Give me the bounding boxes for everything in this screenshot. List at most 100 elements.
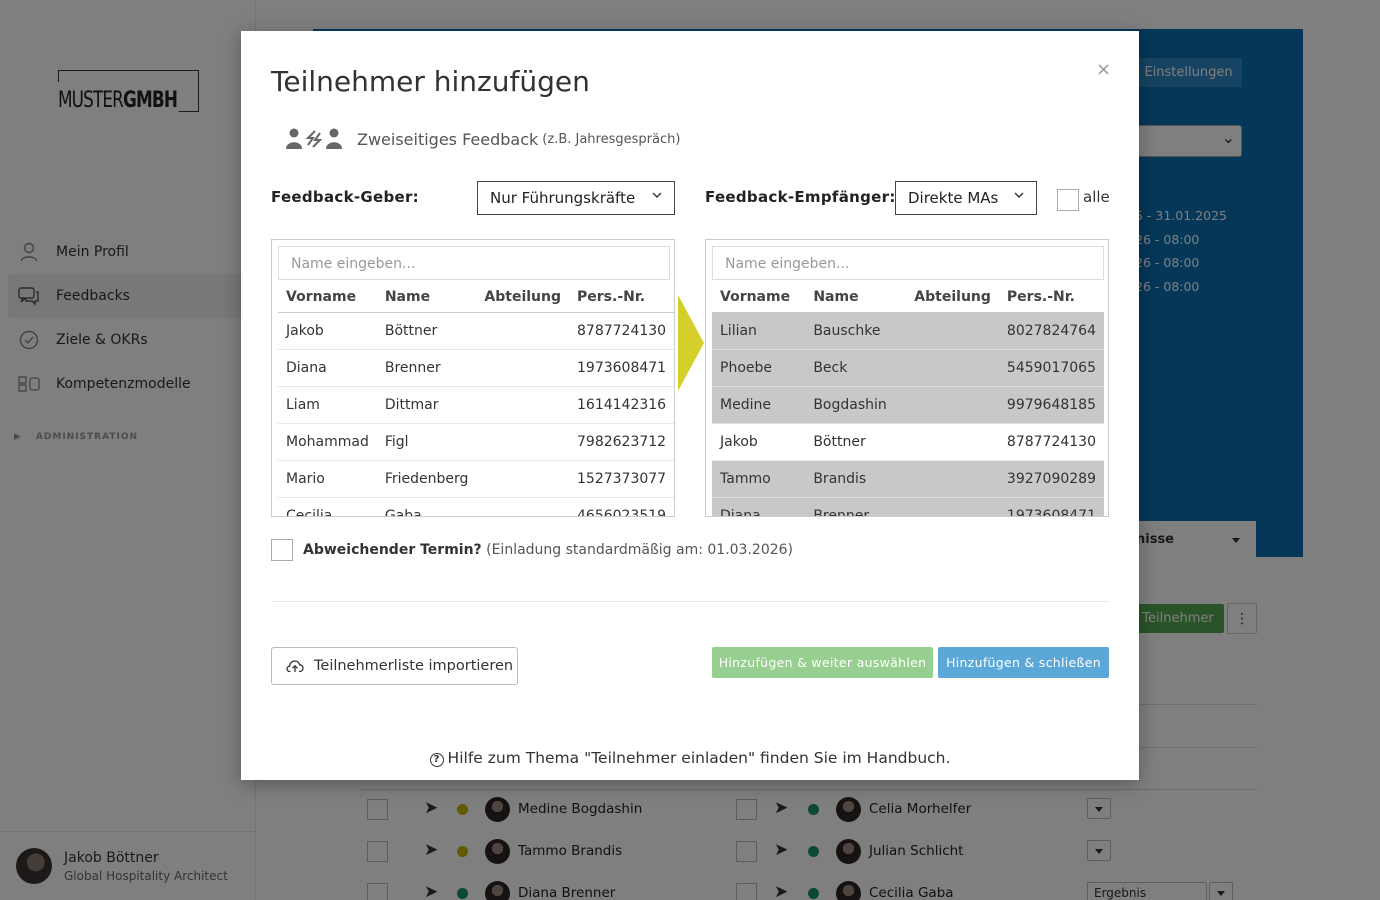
column-header-abteilung[interactable]: Abteilung: [476, 283, 570, 313]
cell-name: Böttner: [376, 312, 477, 350]
giver-table: Vorname Name Abteilung Pers.-Nr. Jakob Bö…: [278, 283, 674, 516]
table-row-selected[interactable]: Tammo Brandis 3927090289: [712, 460, 1104, 498]
table-row[interactable]: Cecilia Gaba 4656023519: [278, 497, 674, 516]
cell-name: Brenner: [805, 497, 907, 516]
cell-vorname: Medine: [712, 386, 806, 424]
column-header-persnr[interactable]: Pers.-Nr.: [569, 283, 674, 313]
cell-persnr: 5459017065: [998, 349, 1104, 387]
giver-search-input[interactable]: Name eingeben...: [278, 246, 670, 280]
deviating-date-checkbox[interactable]: [271, 539, 293, 561]
cell-name: Bogdashin: [805, 386, 907, 424]
cell-vorname: Jakob: [278, 312, 377, 350]
cell-persnr: 4656023519: [569, 497, 674, 516]
cell-abteilung: [476, 497, 570, 516]
divider: [271, 601, 1109, 602]
add-and-close-button[interactable]: Hinzufügen & schließen: [938, 647, 1109, 678]
cell-abteilung: [906, 349, 999, 387]
cell-name: Bauschke: [805, 312, 907, 350]
cell-vorname: Mario: [278, 460, 377, 498]
cell-abteilung: [476, 312, 570, 350]
cell-vorname: Liam: [278, 386, 377, 424]
chevron-down-icon: [1014, 192, 1024, 198]
receiver-table: Vorname Name Abteilung Pers.-Nr. Lilian B…: [712, 283, 1104, 516]
table-row[interactable]: Liam Dittmar 1614142316: [278, 386, 674, 424]
column-header-name[interactable]: Name: [805, 283, 907, 313]
help-text[interactable]: ? Hilfe zum Thema "Teilnehmer einladen" f…: [241, 749, 1139, 767]
feedback-receiver-select[interactable]: Direkte MAs: [895, 181, 1037, 215]
column-header-persnr[interactable]: Pers.-Nr.: [998, 283, 1104, 313]
feedback-receiver-list: Name eingeben... Vorname Name Abteilung …: [705, 239, 1109, 517]
cell-name: Friedenberg: [376, 460, 477, 498]
cell-persnr: 1973608471: [569, 349, 674, 387]
table-row[interactable]: Mario Friedenberg 1527373077: [278, 460, 674, 498]
feedback-type-label: Zweiseitiges Feedback: [357, 129, 539, 149]
cell-persnr: 8787724130: [569, 312, 674, 350]
cell-persnr: 1527373077: [569, 460, 674, 498]
cell-persnr: 1973608471: [998, 497, 1104, 516]
cell-name: Dittmar: [376, 386, 477, 424]
cell-vorname: Diana: [278, 349, 377, 387]
table-row-selected[interactable]: Diana Brenner 1973608471: [712, 497, 1104, 516]
table-row-selected[interactable]: Phoebe Beck 5459017065: [712, 349, 1104, 387]
table-header-row: Vorname Name Abteilung Pers.-Nr.: [278, 283, 674, 313]
cell-abteilung: [476, 386, 570, 424]
cell-name: Brandis: [805, 460, 907, 498]
table-row-selected[interactable]: Lilian Bauschke 8027824764: [712, 312, 1104, 350]
receiver-search-input[interactable]: Name eingeben...: [712, 246, 1104, 280]
cell-persnr: 8787724130: [998, 423, 1104, 461]
feedback-giver-list: Name eingeben... Vorname Name Abteilung …: [271, 239, 675, 517]
dialog-title: Teilnehmer hinzufügen: [271, 65, 590, 98]
feedback-type: Zweiseitiges Feedback (z.B. Jahresgesprä…: [285, 127, 680, 151]
select-all-label[interactable]: alle: [1083, 188, 1110, 206]
table-row[interactable]: Diana Brenner 1973608471: [278, 349, 674, 387]
cell-abteilung: [906, 460, 999, 498]
column-header-abteilung[interactable]: Abteilung: [906, 283, 999, 313]
feedback-type-hint: (z.B. Jahresgespräch): [542, 131, 681, 147]
column-header-vorname[interactable]: Vorname: [278, 283, 377, 313]
cell-vorname: Tammo: [712, 460, 806, 498]
deviating-date-label: Abweichender Termin?: [303, 542, 482, 558]
question-circle-icon: ?: [429, 753, 444, 767]
select-value: Nur Führungskräfte: [490, 189, 636, 207]
column-header-vorname[interactable]: Vorname: [712, 283, 806, 313]
cell-persnr: 7982623712: [569, 423, 674, 461]
table-row[interactable]: Jakob Böttner 8787724130: [278, 312, 674, 350]
table-row[interactable]: Jakob Böttner 8787724130: [712, 423, 1104, 461]
import-participants-button[interactable]: Teilnehmerliste importieren: [271, 647, 518, 685]
add-participants-dialog: Teilnehmer hinzufügen × Zweiseitiges Fee…: [241, 31, 1139, 780]
feedback-receiver-label: Feedback-Empfänger:: [705, 188, 896, 206]
cell-name: Figl: [376, 423, 477, 461]
cell-vorname: Phoebe: [712, 349, 806, 387]
cloud-upload-icon: [286, 659, 304, 673]
cell-abteilung: [906, 497, 999, 516]
help-label: Hilfe zum Thema "Teilnehmer einladen" fi…: [447, 749, 951, 767]
select-all-checkbox[interactable]: [1057, 189, 1079, 211]
cell-vorname: Diana: [712, 497, 806, 516]
cell-abteilung: [906, 312, 999, 350]
cell-name: Brenner: [376, 349, 477, 387]
close-icon[interactable]: ×: [1096, 59, 1111, 80]
cell-persnr: 3927090289: [998, 460, 1104, 498]
cell-vorname: Cecilia: [278, 497, 377, 516]
feedback-giver-label: Feedback-Geber:: [271, 188, 419, 206]
column-header-name[interactable]: Name: [376, 283, 477, 313]
chevron-down-icon: [652, 192, 662, 198]
cell-name: Beck: [805, 349, 907, 387]
table-header-row: Vorname Name Abteilung Pers.-Nr.: [712, 283, 1104, 313]
cell-abteilung: [906, 386, 999, 424]
table-row[interactable]: Mohammad Figl 7982623712: [278, 423, 674, 461]
cell-persnr: 1614142316: [569, 386, 674, 424]
cell-vorname: Mohammad: [278, 423, 377, 461]
table-row-selected[interactable]: Medine Bogdashin 9979648185: [712, 386, 1104, 424]
deviating-date-text[interactable]: Abweichender Termin? (Einladung standard…: [303, 542, 793, 558]
cell-abteilung: [476, 460, 570, 498]
select-value: Direkte MAs: [908, 189, 999, 207]
cell-abteilung: [476, 423, 570, 461]
add-and-continue-button[interactable]: Hinzufügen & weiter auswählen: [712, 647, 933, 678]
arrow-right-icon: [678, 295, 704, 391]
cell-name: Gaba: [376, 497, 477, 516]
cell-persnr: 8027824764: [998, 312, 1104, 350]
deviating-date-hint: (Einladung standardmäßig am: 01.03.2026): [486, 542, 793, 558]
cell-vorname: Jakob: [712, 423, 806, 461]
feedback-giver-select[interactable]: Nur Führungskräfte: [477, 181, 675, 215]
